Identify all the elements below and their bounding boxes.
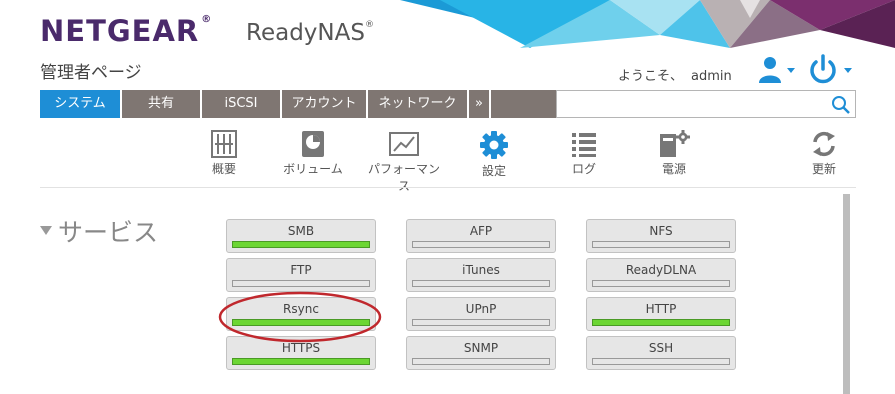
subnav-volume[interactable]: ボリューム [273, 130, 353, 180]
service-status-bar [592, 358, 730, 365]
service-status-bar [592, 280, 730, 287]
search-icon[interactable] [831, 95, 851, 115]
services-title: サービス [58, 218, 159, 247]
chevron-down-icon [787, 68, 795, 73]
search-input[interactable] [561, 94, 827, 116]
subnav-label-power: 電源 [661, 162, 686, 176]
power-menu-button[interactable] [808, 53, 858, 85]
tab-iscsi[interactable]: iSCSI [202, 90, 282, 118]
service-nfs-button[interactable]: NFS [586, 219, 736, 253]
collapse-triangle-icon [40, 225, 52, 235]
service-label: SSH [648, 341, 674, 355]
service-ssh-button[interactable]: SSH [586, 336, 736, 370]
service-upnp-button[interactable]: UPnP [406, 297, 556, 331]
divider [40, 187, 856, 188]
service-label: HTTP [645, 302, 677, 316]
service-status-bar [232, 280, 370, 287]
service-label: Rsync [283, 302, 319, 316]
service-status-bar [232, 319, 370, 326]
service-label: SMB [287, 224, 315, 238]
username: admin [691, 69, 732, 84]
service-status-bar [412, 358, 550, 365]
subnav-log[interactable]: ログ [544, 130, 624, 180]
tab-more[interactable]: » [469, 90, 491, 118]
tab-system[interactable]: システム [40, 90, 122, 118]
welcome-text: ようこそ、 [618, 69, 684, 84]
user-menu-button[interactable] [758, 55, 800, 85]
refresh-icon [813, 131, 835, 157]
subnav-label-settings: 設定 [481, 164, 506, 178]
service-label: HTTPS [281, 341, 321, 355]
search-box [556, 90, 856, 118]
subnav-label-performance: パフォーマンス [367, 162, 440, 193]
service-label: FTP [290, 263, 312, 277]
service-itunes-button[interactable]: iTunes [406, 258, 556, 292]
subnav-refresh[interactable]: 更新 [784, 130, 864, 180]
subnav-settings[interactable]: 設定 [454, 130, 534, 180]
subnav-performance[interactable]: パフォーマンス [364, 130, 444, 193]
service-ftp-button[interactable]: FTP [226, 258, 376, 292]
scrollbar-thumb[interactable] [843, 194, 850, 394]
service-label: iTunes [462, 263, 500, 277]
service-smb-button[interactable]: SMB [226, 219, 376, 253]
main-nav: システム 共有 iSCSI アカウント ネットワーク » [40, 90, 556, 118]
service-status-bar [592, 241, 730, 248]
power-icon [810, 54, 852, 84]
brand-registered-mark: ® [201, 14, 213, 25]
service-https-button[interactable]: HTTPS [226, 336, 376, 370]
tab-shares[interactable]: 共有 [122, 90, 202, 118]
service-readydlna-button[interactable]: ReadyDLNA [586, 258, 736, 292]
power-device-icon [660, 130, 690, 157]
service-label: AFP [469, 224, 493, 238]
service-label: ReadyDLNA [625, 263, 697, 277]
service-status-bar [592, 319, 730, 326]
tab-network[interactable]: ネットワーク [368, 90, 469, 118]
settings-gear-icon [480, 131, 508, 159]
performance-icon [389, 132, 419, 156]
product-registered-mark: ® [364, 20, 374, 30]
service-status-bar [412, 319, 550, 326]
subnav-label-overview: 概要 [211, 162, 236, 176]
service-snmp-button[interactable]: SNMP [406, 336, 556, 370]
subnav-label-volume: ボリューム [283, 162, 343, 176]
service-status-bar [412, 241, 550, 248]
service-http-button[interactable]: HTTP [586, 297, 736, 331]
volume-icon [302, 131, 324, 157]
tab-accounts[interactable]: アカウント [282, 90, 368, 118]
service-status-bar [412, 280, 550, 287]
service-afp-button[interactable]: AFP [406, 219, 556, 253]
subnav-overview[interactable]: 概要 [184, 130, 264, 180]
chevron-down-icon [844, 68, 852, 73]
overview-icon [211, 130, 237, 158]
subnav-power[interactable]: 電源 [634, 130, 714, 180]
netgear-logo: NETGEAR ® [40, 14, 212, 48]
subnav-label-log: ログ [571, 162, 596, 176]
header-decoration [400, 0, 895, 48]
welcome-message: ようこそ、 admin [618, 65, 732, 84]
service-status-bar [232, 241, 370, 248]
log-list-icon [572, 133, 596, 157]
service-label: SNMP [463, 341, 499, 355]
service-status-bar [232, 358, 370, 365]
user-icon [759, 57, 795, 83]
services-section-header[interactable]: サービス [40, 213, 158, 249]
service-rsync-button[interactable]: Rsync [226, 297, 376, 331]
product-label: ReadyNAS [246, 20, 365, 46]
service-label: UPnP [465, 302, 497, 316]
page-title: 管理者ページ [40, 63, 142, 83]
service-label: NFS [649, 224, 673, 238]
brand-name: NETGEAR [40, 14, 200, 48]
product-name: ReadyNAS® [246, 20, 374, 46]
subnav-label-refresh: 更新 [811, 162, 836, 176]
